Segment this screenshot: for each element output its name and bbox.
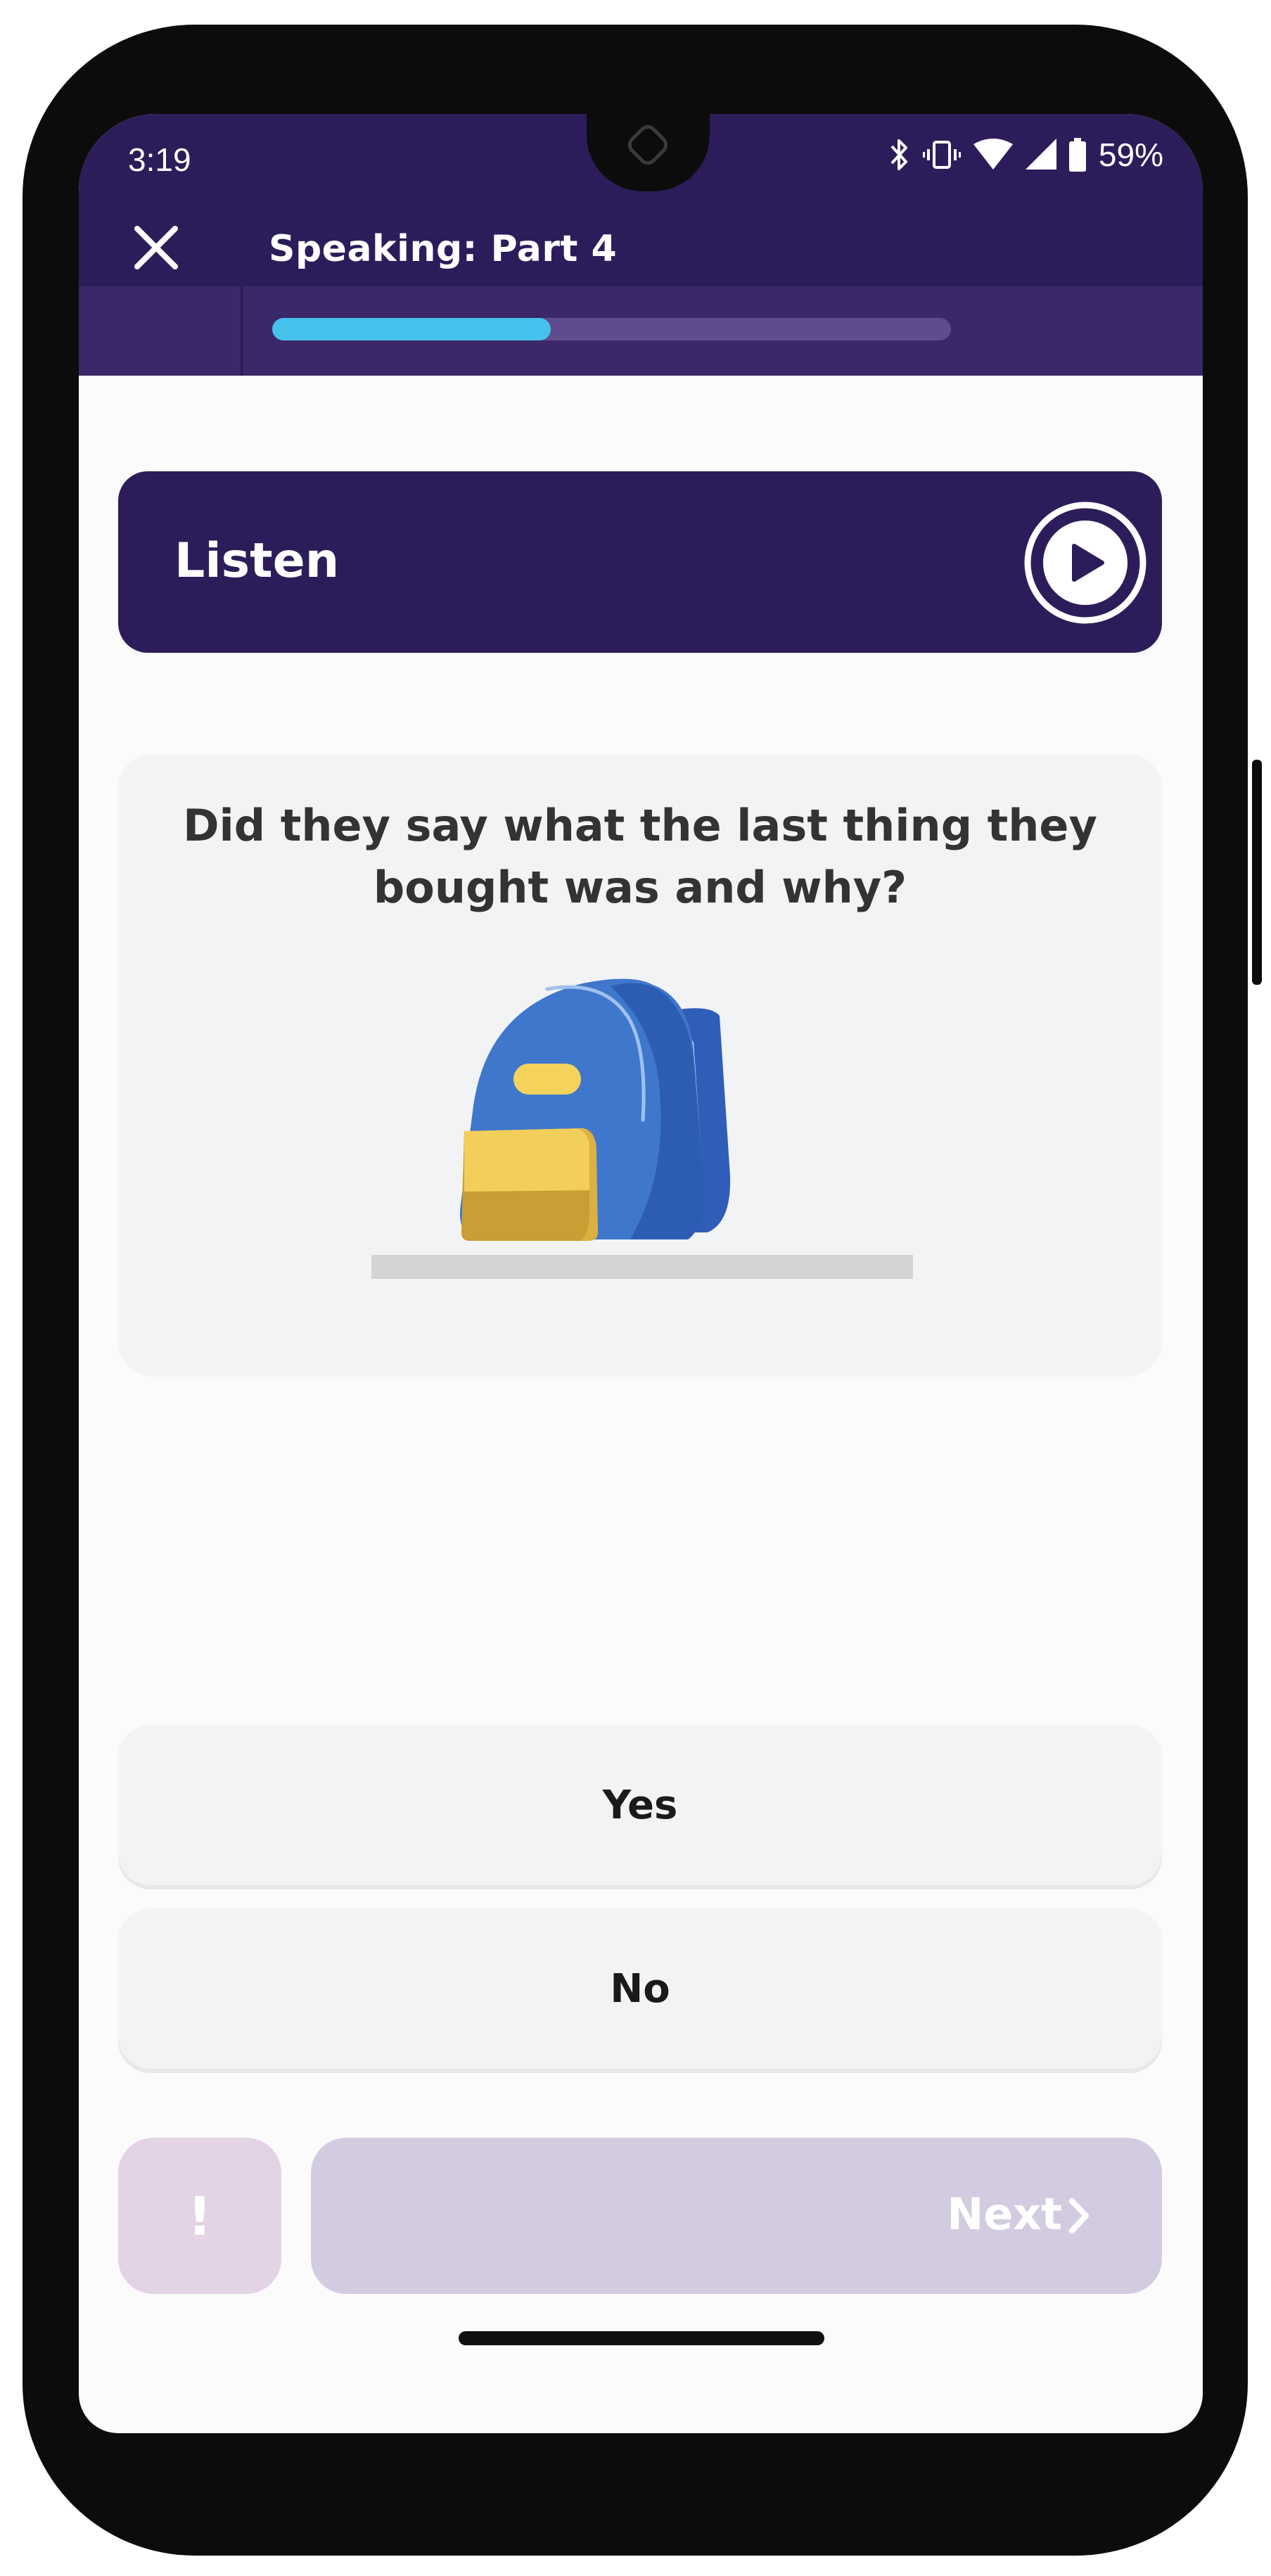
next-label: Next — [947, 2188, 1062, 2240]
progress-bar — [272, 318, 951, 340]
progress-divider — [241, 286, 243, 376]
signal-icon — [1025, 139, 1056, 170]
wifi-icon — [973, 139, 1013, 170]
report-label: ! — [187, 2184, 212, 2247]
progress-fill — [272, 318, 551, 340]
question-line-1: Did they say what the last thing they — [183, 800, 1097, 851]
backpack-illustration — [371, 978, 913, 1279]
bluetooth-icon — [890, 139, 907, 170]
answer-yes-label: Yes — [602, 1782, 678, 1828]
play-icon[interactable] — [1022, 499, 1149, 626]
listen-label: Listen — [174, 533, 340, 589]
progress-area — [79, 286, 1203, 376]
report-button[interactable]: ! — [118, 2138, 281, 2294]
close-icon — [134, 226, 178, 269]
answer-no-label: No — [610, 1965, 670, 2012]
battery-percent: 59% — [1098, 136, 1163, 173]
next-button[interactable]: Next — [311, 2138, 1162, 2294]
vibrate-icon — [922, 141, 961, 169]
home-indicator[interactable] — [459, 2331, 824, 2345]
chevron-right-icon — [1069, 2198, 1089, 2233]
battery-icon — [1068, 138, 1086, 172]
question-card: Did they say what the last thing they bo… — [118, 754, 1162, 1377]
title-bar — [79, 209, 1203, 286]
status-time: 3:19 — [128, 141, 191, 178]
status-icons: 59% — [889, 134, 1163, 176]
app-screen: 3:19 59% Speaking: Part 4 Listen Did the… — [79, 114, 1203, 2433]
phone-side-button — [1252, 760, 1262, 985]
close-button[interactable] — [128, 219, 184, 276]
question-text: Did they say what the last thing they bo… — [160, 795, 1120, 919]
answer-yes-button[interactable]: Yes — [118, 1725, 1162, 1885]
answer-no-button[interactable]: No — [118, 1908, 1162, 2069]
question-line-2: bought was and why? — [373, 862, 907, 913]
listen-button[interactable]: Listen — [118, 471, 1162, 653]
page-title: Speaking: Part 4 — [269, 228, 618, 270]
